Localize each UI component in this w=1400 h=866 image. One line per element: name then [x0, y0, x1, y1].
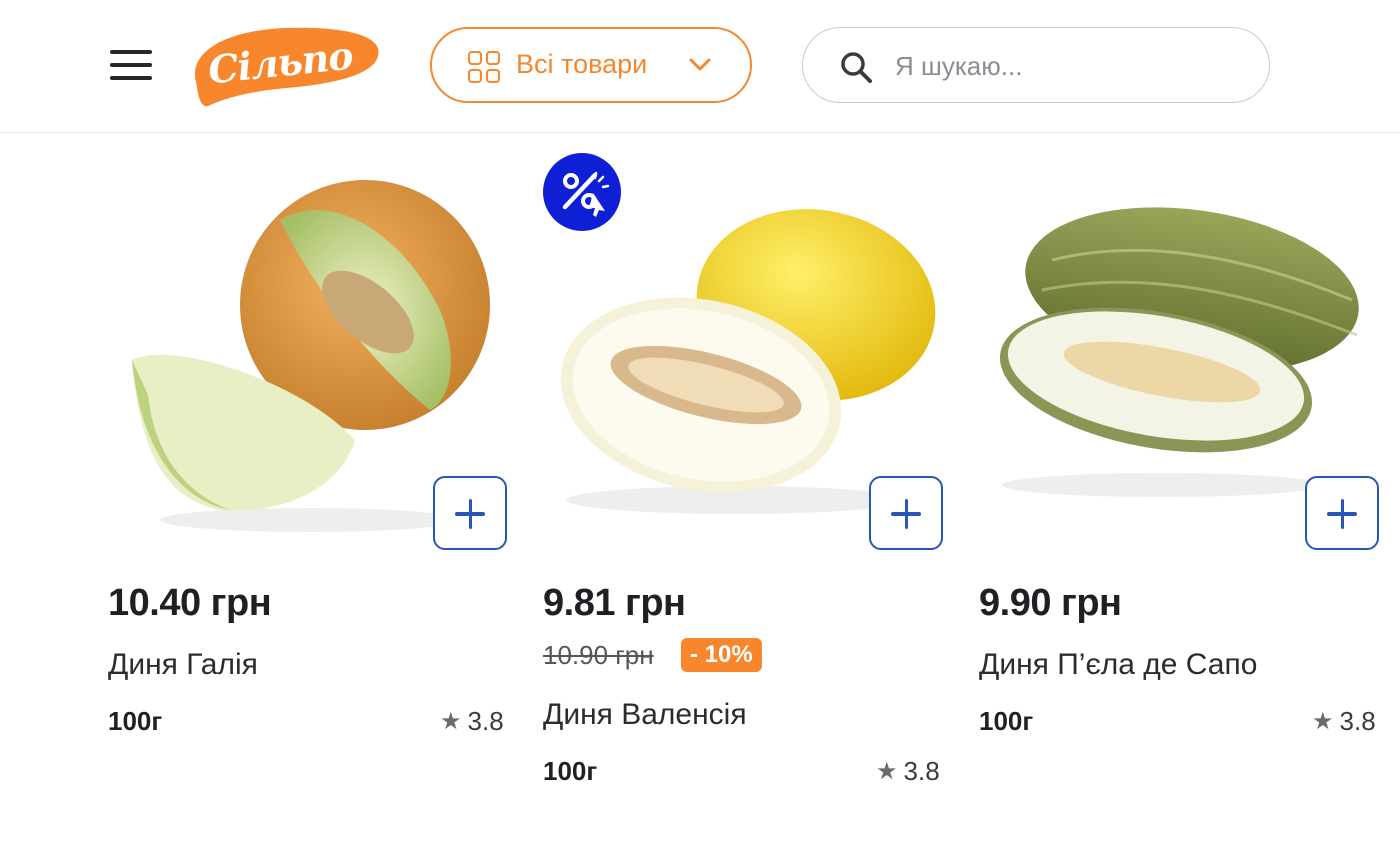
star-icon: ★	[1312, 708, 1334, 735]
old-price: 10.90 грн	[543, 640, 654, 670]
product-weight: 100г	[108, 706, 163, 736]
product-rating: ★ 3.8	[1312, 706, 1376, 737]
percent-cursor-icon[interactable]	[543, 153, 621, 231]
search-input[interactable]	[893, 44, 1237, 88]
product-price: 9.90 грн	[979, 582, 1122, 624]
rating-value: 3.8	[467, 706, 504, 736]
all-products-button[interactable]: Всі товари	[430, 27, 752, 103]
add-to-cart-button[interactable]	[1305, 476, 1379, 550]
product-card-galia[interactable]: 10.40 грн Диня Галія 100г ★ 3.8	[100, 150, 520, 810]
rating-value: 3.8	[1339, 706, 1376, 736]
site-header: Сільпо Всі товари	[0, 0, 1400, 133]
discount-badge: - 10%	[681, 638, 762, 672]
add-to-cart-button[interactable]	[869, 476, 943, 550]
product-name[interactable]: Диня Валенсія	[543, 698, 747, 732]
product-card-valencia[interactable]: 9.81 грн 10.90 грн - 10% Диня Валенсія 1…	[536, 150, 956, 810]
all-products-label: Всі товари	[516, 49, 648, 79]
product-price: 10.40 грн	[108, 582, 272, 624]
add-to-cart-button[interactable]	[433, 476, 507, 550]
product-weight: 100г	[979, 706, 1034, 736]
product-rating: ★ 3.8	[876, 756, 940, 787]
search-icon	[841, 52, 872, 83]
search-box[interactable]	[802, 27, 1270, 103]
chevron-down-icon	[689, 58, 711, 71]
grid-icon	[468, 51, 502, 85]
menu-icon[interactable]	[108, 46, 154, 84]
product-name[interactable]: Диня Галія	[108, 648, 258, 682]
product-card-piel-de-sapo[interactable]: 9.90 грн Диня П’єла де Сапо 100г ★ 3.8	[972, 150, 1392, 810]
star-icon: ★	[440, 708, 462, 735]
product-price: 9.81 грн	[543, 582, 686, 624]
rating-value: 3.8	[903, 756, 940, 786]
product-rating: ★ 3.8	[440, 706, 504, 737]
product-weight: 100г	[543, 756, 598, 786]
star-icon: ★	[876, 758, 898, 785]
product-name[interactable]: Диня П’єла де Сапо	[979, 648, 1257, 682]
logo[interactable]: Сільпо	[186, 22, 382, 108]
